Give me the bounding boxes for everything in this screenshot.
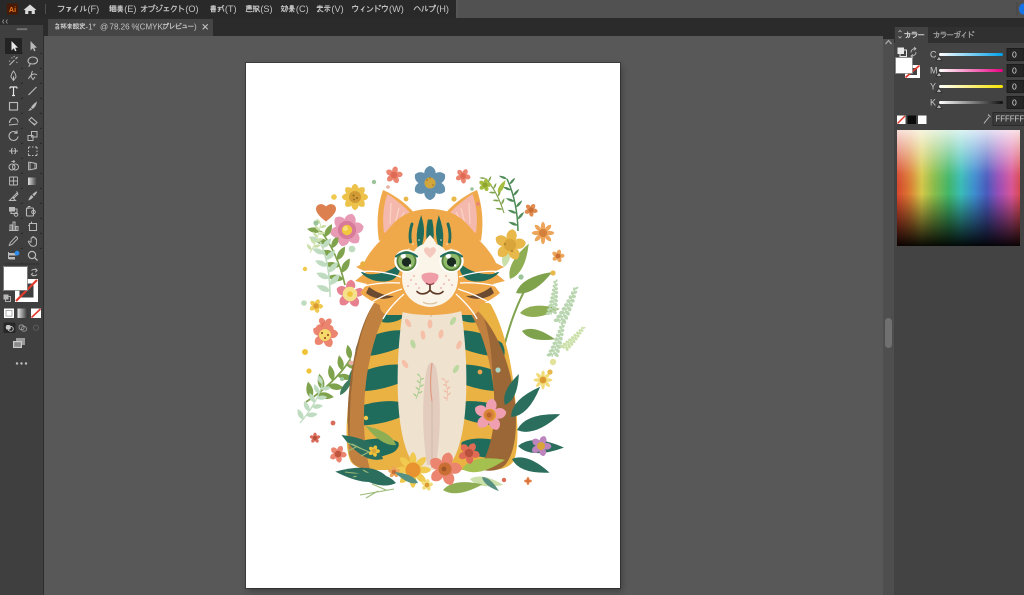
svg-text:@: @ (100, 23, 108, 32)
svg-text:(E): (E) (124, 4, 136, 14)
svg-text:FFFFFF: FFFFFF (996, 115, 1024, 124)
svg-text:(CMYK/: (CMYK/ (137, 23, 166, 32)
svg-text:(S): (S) (260, 4, 272, 14)
svg-text:Ai: Ai (9, 5, 16, 14)
svg-text:0: 0 (1012, 50, 1017, 60)
svg-text:0: 0 (1012, 66, 1017, 76)
svg-text:(O): (O) (185, 4, 198, 14)
svg-text:K: K (930, 98, 936, 108)
svg-text:0: 0 (1012, 82, 1017, 92)
svg-text:(T): (T) (225, 4, 237, 14)
svg-text:(W): (W) (389, 4, 404, 14)
svg-text:(C): (C) (296, 4, 309, 14)
svg-text:Y: Y (930, 82, 936, 92)
svg-text:(H): (H) (436, 4, 449, 14)
svg-text:C: C (930, 50, 937, 60)
svg-text:(F): (F) (87, 4, 99, 14)
svg-text:78.26: 78.26 (110, 23, 131, 32)
svg-text:M: M (930, 66, 938, 76)
svg-text:0: 0 (1012, 98, 1017, 108)
svg-text:-1*: -1* (86, 23, 96, 32)
svg-text:(V): (V) (331, 4, 343, 14)
svg-text:): ) (194, 23, 197, 32)
